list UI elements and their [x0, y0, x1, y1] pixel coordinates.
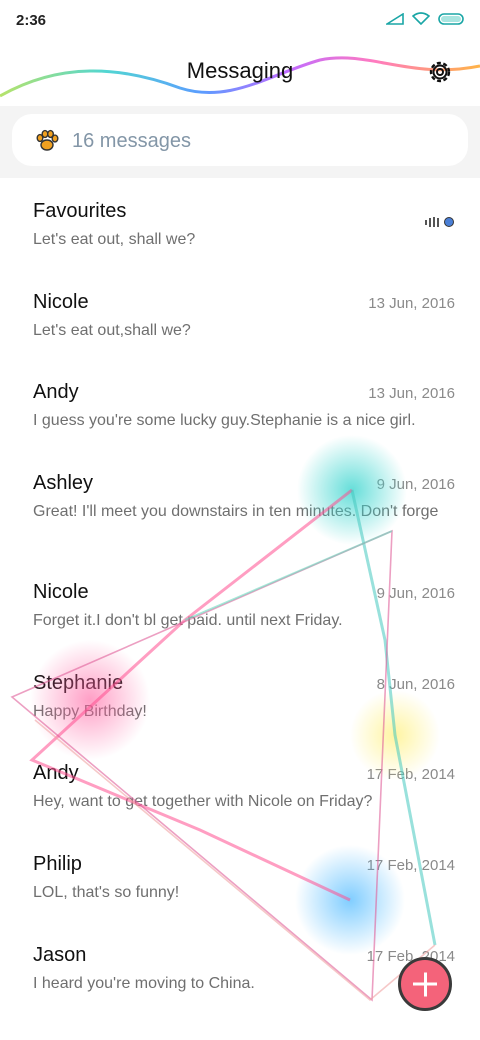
contact-name: Andy	[33, 762, 79, 785]
message-preview: Let's eat out,shall we?	[33, 321, 191, 339]
message-count: 16 messages	[72, 130, 191, 152]
conversation-row[interactable]: Philip 17 Feb, 2014 LOL, that's so funny…	[0, 831, 480, 922]
message-preview: Let's eat out, shall we?	[33, 231, 196, 248]
message-date: 17 Feb, 2014	[366, 766, 455, 784]
contact-name: Andy	[33, 381, 79, 404]
conversation-row[interactable]: Andy 17 Feb, 2014 Hey, want to get toget…	[0, 740, 480, 831]
conversation-row[interactable]: Stephanie 8 Jun, 2016 Happy Birthday!	[0, 650, 480, 741]
status-bar: 2:36	[0, 0, 480, 44]
conversation-list: Favourites Let's eat out, shall we? Nico…	[0, 178, 480, 1013]
contact-name: Favourites	[33, 200, 127, 222]
conversation-row[interactable]: Andy 13 Jun, 2016 I guess you're some lu…	[0, 359, 480, 450]
contact-name: Ashley	[33, 472, 94, 495]
contact-name: Nicole	[33, 290, 89, 313]
message-date: 13 Jun, 2016	[368, 294, 455, 312]
page-title: Messaging	[186, 58, 294, 83]
paw-icon	[36, 129, 59, 151]
message-date: 13 Jun, 2016	[368, 385, 455, 403]
search-area: 16 messages	[0, 106, 480, 178]
search-bar[interactable]: 16 messages	[12, 114, 468, 166]
new-message-button[interactable]	[398, 957, 452, 1011]
conversation-row[interactable]: Favourites Let's eat out, shall we?	[0, 178, 480, 269]
plus-icon	[413, 972, 437, 996]
message-preview: LOL, that's so funny!	[33, 884, 180, 902]
message-preview: Great! I'll meet you downstairs in ten m…	[33, 503, 439, 521]
message-preview: I guess you're some lucky guy.Stephanie …	[33, 412, 416, 430]
app-header: Messaging	[0, 44, 480, 106]
message-date: 9 Jun, 2016	[376, 585, 455, 603]
message-preview: Hey, want to get together with Nicole on…	[33, 793, 373, 811]
conversation-row[interactable]: Nicole 13 Jun, 2016 Let's eat out,shall …	[0, 269, 480, 360]
audio-wave-icon	[425, 217, 454, 227]
contact-name: Stephanie	[33, 671, 124, 694]
contact-name: Nicole	[33, 581, 89, 604]
contact-name: Philip	[33, 853, 82, 876]
conversation-row[interactable]: Ashley 9 Jun, 2016 Great! I'll meet you …	[0, 450, 480, 559]
message-date: 17 Feb, 2014	[366, 857, 455, 875]
conversation-row[interactable]: Nicole 9 Jun, 2016 Forget it.I don't bl …	[0, 559, 480, 650]
message-date: 9 Jun, 2016	[376, 476, 455, 494]
status-icons	[386, 12, 466, 25]
status-time: 2:36	[16, 12, 47, 29]
message-preview: I heard you're moving to China.	[33, 974, 255, 992]
message-date: 8 Jun, 2016	[376, 675, 455, 693]
settings-gear-icon[interactable]	[426, 58, 454, 86]
signal-icon	[386, 12, 404, 25]
battery-icon	[438, 12, 464, 25]
message-preview: Happy Birthday!	[33, 702, 147, 720]
wifi-icon	[412, 12, 430, 25]
message-preview: Forget it.I don't bl get paid. until nex…	[33, 612, 343, 630]
contact-name: Jason	[33, 943, 87, 966]
